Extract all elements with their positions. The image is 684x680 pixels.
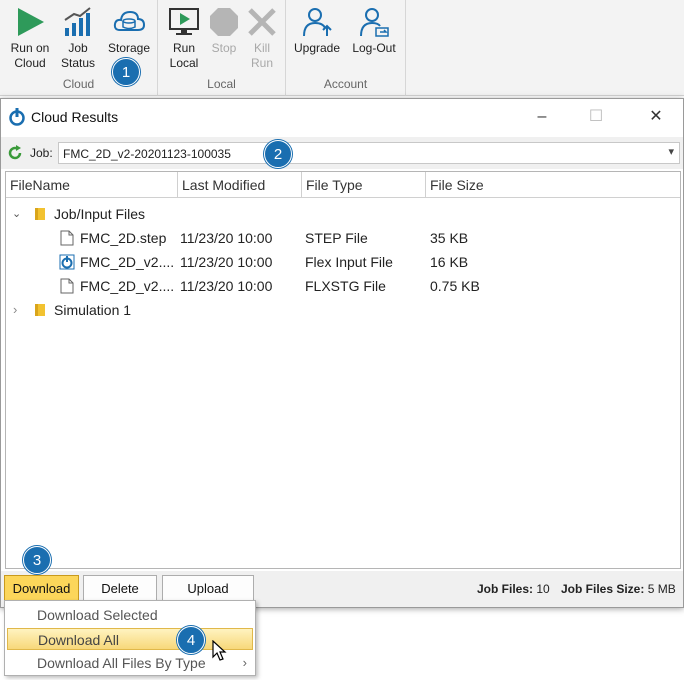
monitor-play-icon xyxy=(169,8,199,35)
column-header-filename[interactable]: FileName xyxy=(6,172,178,198)
stop-icon xyxy=(210,8,238,36)
job-files-size-label: Job Files Size: xyxy=(561,582,645,596)
callout-1: 1 xyxy=(112,58,140,86)
job-status-label-1: Job xyxy=(68,41,88,55)
bar-chart-icon xyxy=(64,7,91,36)
row-modified: 11/23/20 10:00 xyxy=(180,254,273,270)
storage-button[interactable]: Storage xyxy=(104,6,154,56)
row-filesize: 16 KB xyxy=(430,254,469,270)
job-files-value: 10 xyxy=(536,582,550,596)
table-row[interactable]: FMC_2D_v2.... 11/23/20 10:00 Flex Input … xyxy=(6,250,680,274)
upload-button[interactable]: Upload xyxy=(162,575,254,603)
tree-row-folder[interactable]: ⌄ Job/Input Files xyxy=(6,202,680,226)
row-modified: 11/23/20 10:00 xyxy=(180,230,273,246)
run-local-label-2: Local xyxy=(169,56,199,70)
callout-2: 2 xyxy=(264,140,292,168)
kill-run-label-1: Kill xyxy=(253,41,270,55)
column-header-file-type[interactable]: File Type xyxy=(302,172,426,198)
kill-run-button[interactable]: Kill Run xyxy=(244,6,280,71)
job-bar: Job: FMC_2D_v2-20201123-100035 ▾ xyxy=(1,137,683,169)
job-select[interactable]: FMC_2D_v2-20201123-100035 ▾ xyxy=(58,142,680,164)
chevron-down-icon: ▾ xyxy=(668,146,674,158)
row-filename: Simulation 1 xyxy=(54,302,132,318)
ribbon-group-account-name: Account xyxy=(323,77,368,91)
job-files-size-value: 5 MB xyxy=(647,582,676,596)
document-icon xyxy=(60,230,74,246)
folder-icon xyxy=(35,208,45,220)
callout-3: 3 xyxy=(23,546,51,574)
run-local-button[interactable]: Run Local xyxy=(166,6,202,71)
cloud-results-window: Cloud Results – ☐ ✕ Job: FMC_2D_v2-20201… xyxy=(0,98,684,608)
window-title: Cloud Results xyxy=(31,109,119,125)
run-on-cloud-label-2: Cloud xyxy=(14,56,46,70)
column-header-file-size[interactable]: File Size xyxy=(426,172,681,198)
upgrade-label: Upgrade xyxy=(293,41,341,55)
folder-icon xyxy=(35,304,45,316)
title-bar: Cloud Results – ☐ ✕ xyxy=(1,99,683,135)
chevron-right-icon[interactable]: › xyxy=(13,298,17,322)
storage-label: Storage xyxy=(107,41,151,55)
maximize-button[interactable]: ☐ xyxy=(581,105,611,129)
ribbon-group-local-name: Local xyxy=(207,77,236,91)
play-icon xyxy=(18,8,44,36)
ribbon: Run on Cloud Job Status Storage Cloud Ru… xyxy=(0,0,684,96)
refresh-icon[interactable] xyxy=(7,145,23,161)
row-filename: FMC_2D_v2.... xyxy=(80,278,175,294)
row-modified: 11/23/20 10:00 xyxy=(180,278,273,294)
document-icon xyxy=(60,278,74,294)
job-files-status: Job Files: 10 xyxy=(477,582,550,596)
chevron-right-icon: › xyxy=(242,655,247,670)
row-filename: Job/Input Files xyxy=(54,206,146,222)
x-icon xyxy=(248,8,276,36)
row-filesize: 0.75 KB xyxy=(430,278,480,294)
table-row[interactable]: FMC_2D.step 11/23/20 10:00 STEP File 35 … xyxy=(6,226,680,250)
menu-item-download-selected[interactable]: Download Selected xyxy=(7,604,253,626)
row-filesize: 35 KB xyxy=(430,230,469,246)
job-status-button[interactable]: Job Status xyxy=(58,6,98,71)
kill-run-label-2: Run xyxy=(250,56,273,70)
row-filetype: Flex Input File xyxy=(305,254,393,270)
download-menu: Download Selected Download All Download … xyxy=(4,600,256,676)
table-row[interactable]: FMC_2D_v2.... 11/23/20 10:00 FLXSTG File… xyxy=(6,274,680,298)
row-filetype: FLXSTG File xyxy=(305,278,386,294)
close-button[interactable]: ✕ xyxy=(641,105,671,129)
row-filetype: STEP File xyxy=(305,230,368,246)
upgrade-button[interactable]: Upgrade xyxy=(292,6,342,56)
log-out-label: Log-Out xyxy=(352,41,396,55)
ribbon-group-local: Run Local Stop Kill Run Local xyxy=(158,0,286,96)
callout-4: 4 xyxy=(177,626,205,654)
ribbon-group-account: Upgrade Log-Out Account xyxy=(286,0,406,96)
run-on-cloud-label-1: Run on xyxy=(10,41,50,55)
stop-button[interactable]: Stop xyxy=(206,6,242,56)
flex-input-icon xyxy=(59,254,75,270)
job-select-value: FMC_2D_v2-20201123-100035 xyxy=(63,147,231,161)
menu-item-download-all-by-type-label: Download All Files By Type xyxy=(37,655,206,671)
stop-label: Stop xyxy=(211,41,237,55)
row-filename: FMC_2D.step xyxy=(80,230,167,246)
mouse-cursor-icon xyxy=(212,640,227,661)
delete-button[interactable]: Delete xyxy=(83,575,157,603)
job-status-label-2: Status xyxy=(60,56,96,70)
minimize-button[interactable]: – xyxy=(527,105,557,129)
results-grid: FileName Last Modified File Type File Si… xyxy=(5,171,681,569)
tree-row-folder[interactable]: › Simulation 1 xyxy=(6,298,680,322)
column-header-last-modified[interactable]: Last Modified xyxy=(178,172,302,198)
chevron-down-icon[interactable]: ⌄ xyxy=(12,202,21,226)
run-on-cloud-button[interactable]: Run on Cloud xyxy=(6,6,54,71)
grid-header: FileName Last Modified File Type File Si… xyxy=(6,172,680,198)
run-local-label-1: Run xyxy=(172,41,195,55)
job-files-size-status: Job Files Size: 5 MB xyxy=(561,582,676,596)
job-files-label: Job Files: xyxy=(477,582,534,596)
power-app-icon xyxy=(9,108,25,126)
log-out-button[interactable]: Log-Out xyxy=(348,6,400,56)
cloud-storage-icon xyxy=(113,10,146,31)
download-button[interactable]: Download xyxy=(4,575,79,603)
user-upgrade-icon xyxy=(303,8,332,37)
job-label: Job: xyxy=(30,146,53,160)
user-logout-icon xyxy=(360,8,389,37)
row-filename: FMC_2D_v2.... xyxy=(80,254,175,270)
